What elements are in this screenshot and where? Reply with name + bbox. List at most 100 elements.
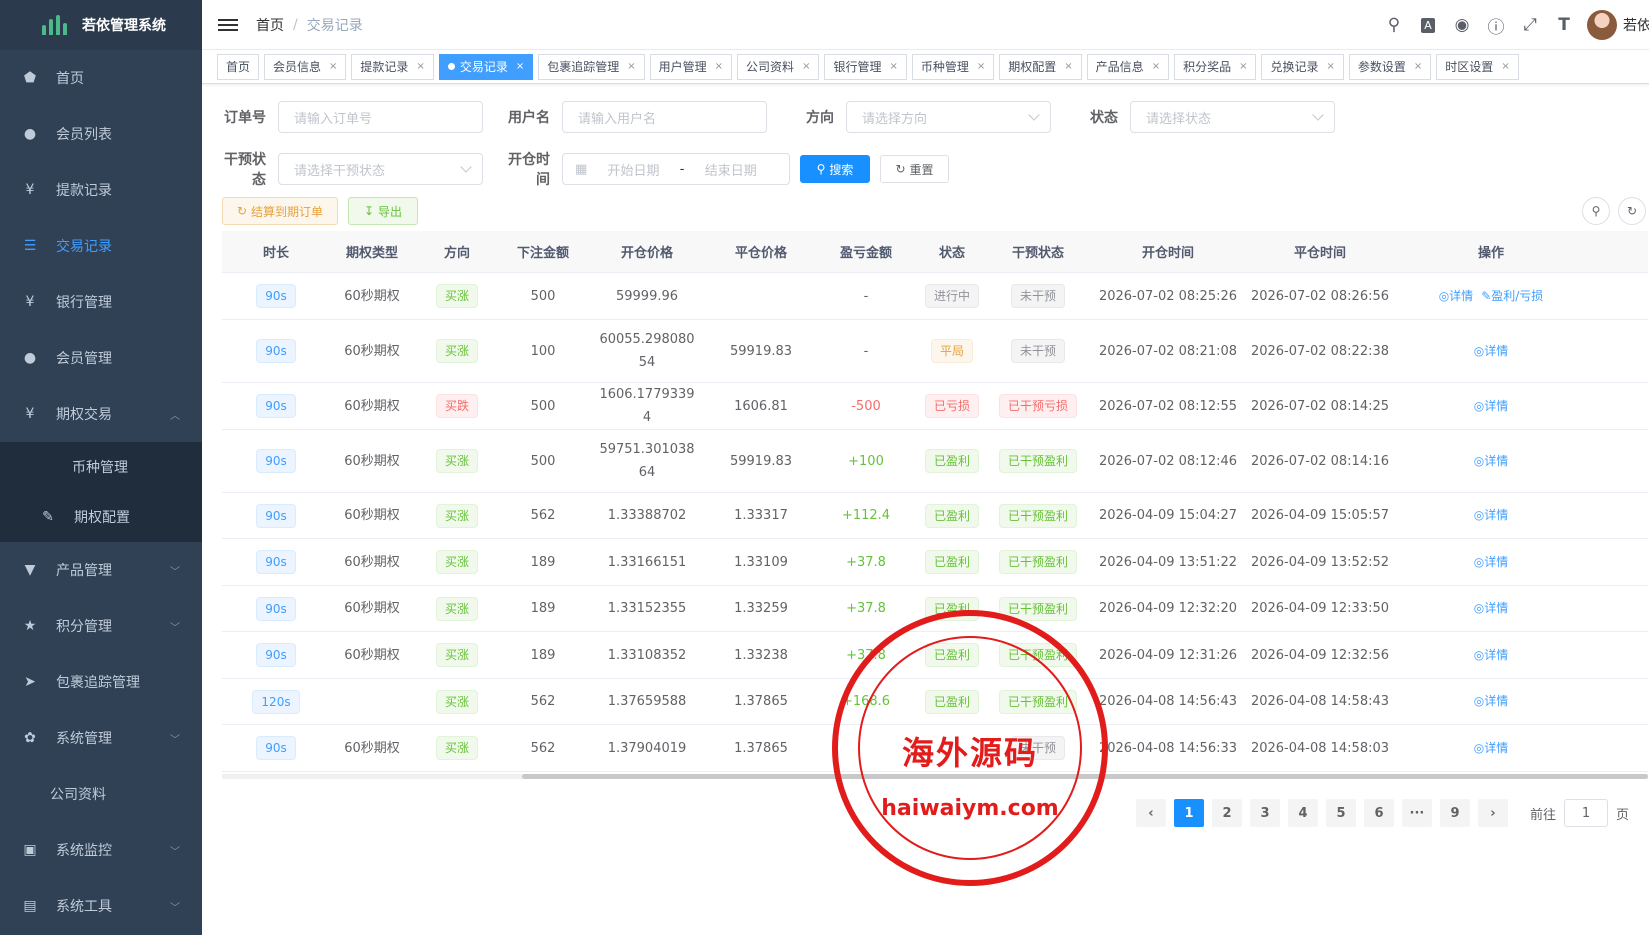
tab-14[interactable]: 时区设置 ×: [1436, 53, 1519, 80]
detail-link[interactable]: ◎详情: [1474, 648, 1508, 662]
sidebar-item-9[interactable]: ▼ 产品管理 ﹀: [0, 542, 202, 598]
font-size-icon[interactable]: T: [1553, 14, 1575, 36]
search-icon[interactable]: ⚲: [1383, 14, 1405, 36]
search-button[interactable]: ⚲ 搜索: [800, 155, 870, 183]
detail-link[interactable]: ◎详情: [1439, 289, 1473, 303]
page-button[interactable]: ···: [1401, 799, 1432, 827]
detail-link[interactable]: ◎详情: [1474, 694, 1508, 708]
prev-page-button[interactable]: ‹: [1135, 799, 1166, 827]
table-row: 90s 60秒期权 买涨 562 1.33388702 1.33317 +112.4 已盈利已…: [222, 493, 1648, 539]
close-icon[interactable]: ×: [889, 61, 897, 72]
sidebar-item-5[interactable]: ● 会员管理: [0, 330, 202, 386]
sidebar-item-2[interactable]: ¥ 提款记录: [0, 162, 202, 218]
tab-10[interactable]: 产品信息 ×: [1086, 53, 1170, 80]
sidebar-item-6[interactable]: ¥ 期权交易 ︿: [0, 386, 202, 442]
tab-11[interactable]: 积分奖品 ×: [1174, 53, 1257, 80]
app-logo[interactable]: 若依管理系统: [0, 0, 202, 50]
settle-button[interactable]: ↻ 结算到期订单: [222, 197, 338, 225]
close-icon[interactable]: ×: [1064, 61, 1072, 72]
toggle-search-button[interactable]: ⚲: [1582, 197, 1610, 225]
order-input[interactable]: 请输入订单号: [278, 101, 483, 133]
tab-8[interactable]: 币种管理 ×: [911, 53, 995, 80]
chevron-down-icon: [1028, 109, 1040, 121]
username[interactable]: 若依: [1623, 15, 1649, 35]
close-icon[interactable]: ×: [329, 61, 337, 72]
close-icon[interactable]: ×: [416, 61, 424, 72]
translate-icon[interactable]: A: [1417, 14, 1439, 36]
close-icon[interactable]: ×: [977, 61, 985, 72]
close-icon[interactable]: ×: [1501, 61, 1509, 72]
tab-3[interactable]: 交易记录 ×: [438, 53, 534, 80]
sidebar-item-label: 期权交易: [56, 407, 112, 423]
export-button[interactable]: ↧ 导出: [348, 197, 418, 225]
horizontal-scrollbar[interactable]: [222, 774, 1648, 779]
goto-page-input[interactable]: 1: [1563, 799, 1608, 827]
close-icon[interactable]: ×: [1414, 61, 1422, 72]
hamburger-icon[interactable]: [218, 16, 238, 34]
sidebar-item-13[interactable]: 公司资料: [0, 766, 202, 822]
sidebar-item-7[interactable]: 币种管理: [0, 442, 202, 492]
dur-tag: 90s: [256, 596, 296, 621]
close-icon[interactable]: ×: [715, 61, 723, 72]
tab-6[interactable]: 公司资料 ×: [737, 53, 820, 80]
refresh-button[interactable]: ↻: [1618, 197, 1646, 225]
close-icon[interactable]: ×: [627, 61, 635, 72]
page-button[interactable]: 3: [1249, 799, 1280, 827]
sidebar-item-1[interactable]: ● 会员列表: [0, 106, 202, 162]
detail-link[interactable]: ◎详情: [1474, 741, 1508, 755]
column-header: 状态: [938, 246, 965, 261]
close-icon[interactable]: ×: [1239, 61, 1247, 72]
tab-1[interactable]: 会员信息 ×: [264, 53, 347, 80]
detail-link[interactable]: ◎详情: [1474, 601, 1508, 615]
page-button[interactable]: 1: [1173, 799, 1204, 827]
tab-12[interactable]: 兑换记录 ×: [1261, 53, 1344, 80]
sidebar-item-11[interactable]: ➤ 包裹追踪管理: [0, 654, 202, 710]
tab-13[interactable]: 参数设置 ×: [1348, 53, 1432, 80]
question-icon[interactable]: ⓘ: [1485, 14, 1507, 38]
cell-amt: 100: [530, 343, 556, 359]
date-range-picker[interactable]: ▦ 开始日期 - 结束日期: [562, 153, 790, 185]
breadcrumb-home[interactable]: 首页: [256, 15, 284, 35]
sidebar-item-8[interactable]: ✎ 期权配置: [0, 492, 202, 542]
tab-4[interactable]: 包裹追踪管理 ×: [538, 53, 645, 80]
sidebar-item-0[interactable]: ⬟ 首页: [0, 50, 202, 106]
tab-2[interactable]: 提款记录 ×: [351, 53, 434, 80]
sidebar-item-12[interactable]: ✿ 系统管理 ﹀: [0, 710, 202, 766]
page-button[interactable]: 2: [1211, 799, 1242, 827]
refresh-icon: ↻: [895, 162, 906, 176]
detail-link[interactable]: ◎详情: [1474, 555, 1508, 569]
tab-5[interactable]: 用户管理 ×: [649, 53, 733, 80]
detail-link[interactable]: ◎详情: [1474, 454, 1508, 468]
close-icon[interactable]: ×: [516, 61, 524, 72]
close-icon[interactable]: ×: [802, 61, 810, 72]
next-page-button[interactable]: ›: [1477, 799, 1508, 827]
page-button[interactable]: 6: [1363, 799, 1394, 827]
sidebar-item-15[interactable]: ▤ 系统工具 ﹀: [0, 878, 202, 934]
cell-close: 1.33238: [734, 647, 788, 663]
detail-link[interactable]: ◎详情: [1474, 508, 1508, 522]
avatar[interactable]: [1587, 10, 1617, 40]
intervene-select[interactable]: 请选择干预状态: [278, 153, 483, 185]
direction-select[interactable]: 请选择方向: [846, 101, 1051, 133]
profit-loss-link[interactable]: ✎盈利/亏损: [1481, 289, 1543, 303]
page-button[interactable]: 4: [1287, 799, 1318, 827]
reset-button[interactable]: ↻ 重置: [880, 155, 949, 183]
github-icon[interactable]: ◉: [1451, 14, 1473, 36]
user-input[interactable]: 请输入用户名: [562, 101, 767, 133]
close-icon[interactable]: ×: [1152, 61, 1160, 72]
sidebar-item-3[interactable]: ☰ 交易记录: [0, 218, 202, 274]
status-select[interactable]: 请选择状态: [1130, 101, 1335, 133]
sidebar-item-14[interactable]: ▣ 系统监控 ﹀: [0, 822, 202, 878]
detail-link[interactable]: ◎详情: [1474, 344, 1508, 358]
table-row: 90s 60秒期权 买涨 189 1.33108352 1.33238 +37.8 已盈利 已干…: [222, 632, 1648, 679]
tab-7[interactable]: 银行管理 ×: [824, 53, 907, 80]
fullscreen-icon[interactable]: ⤢: [1519, 14, 1541, 36]
page-button[interactable]: 5: [1325, 799, 1356, 827]
close-icon[interactable]: ×: [1327, 61, 1335, 72]
sidebar-item-10[interactable]: ★ 积分管理 ﹀: [0, 598, 202, 654]
sidebar-item-4[interactable]: ¥ 银行管理: [0, 274, 202, 330]
tab-0[interactable]: 首页: [217, 53, 260, 80]
page-button[interactable]: 9: [1439, 799, 1470, 827]
tab-9[interactable]: 期权配置 ×: [999, 53, 1082, 80]
detail-link[interactable]: ◎详情: [1474, 399, 1508, 413]
